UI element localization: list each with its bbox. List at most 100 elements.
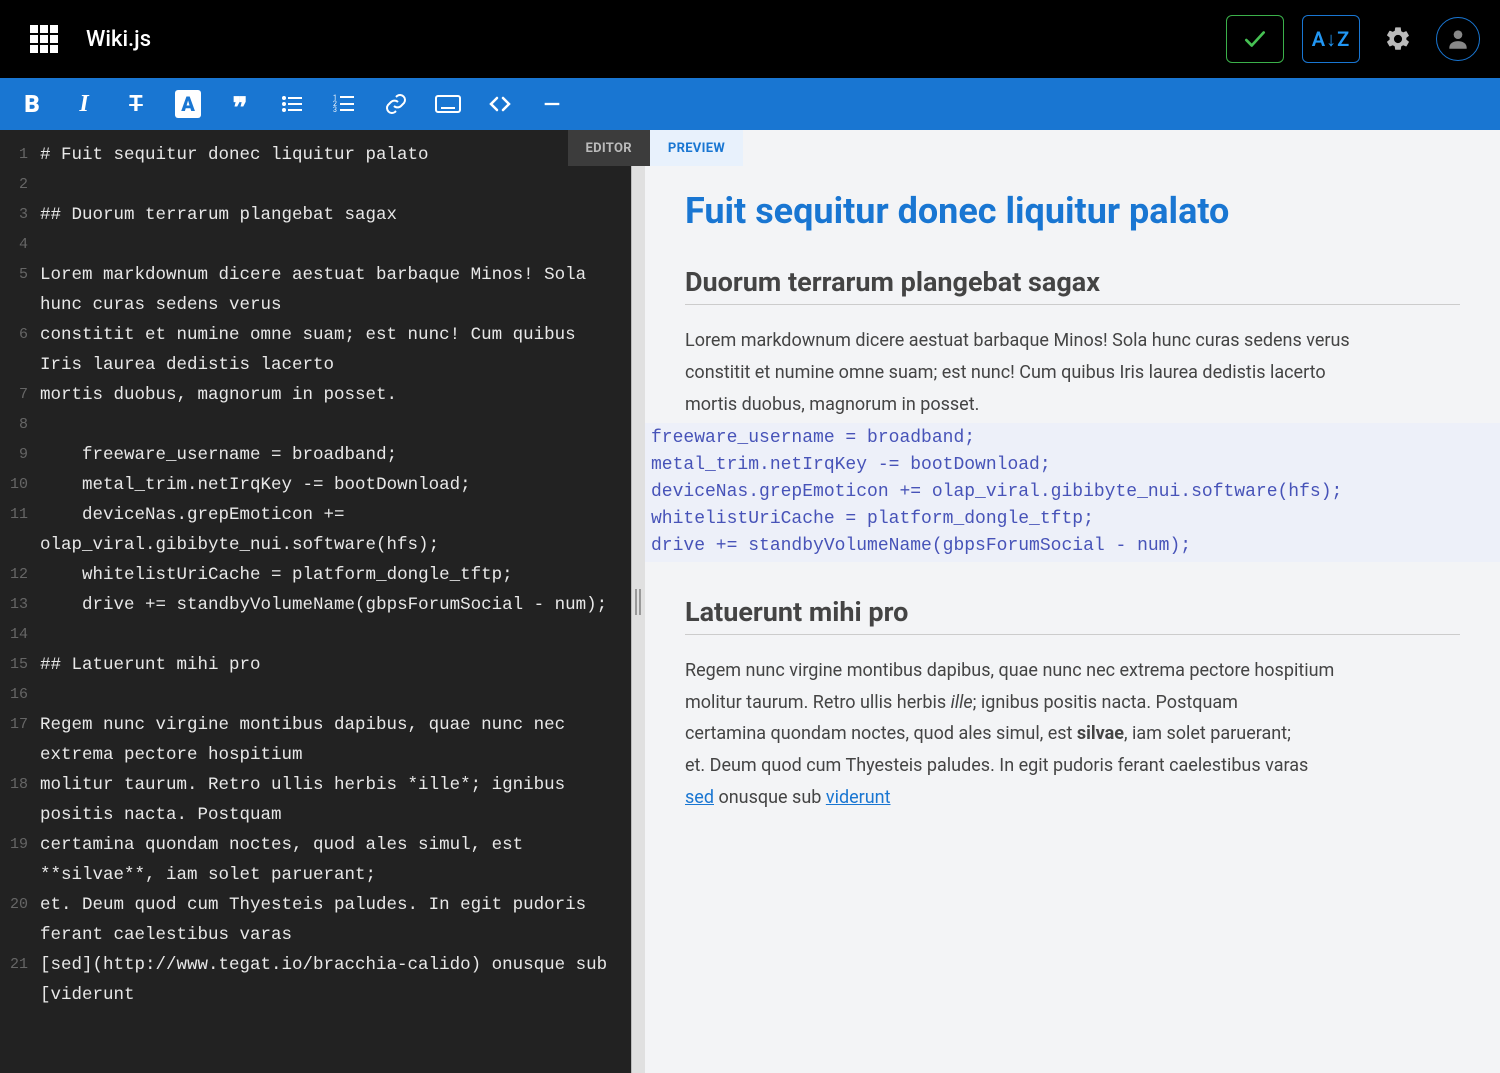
code-line[interactable]: molitur taurum. Retro ullis herbis *ille…: [40, 770, 623, 830]
code-line[interactable]: mortis duobus, magnorum in posset.: [40, 380, 623, 410]
bold-button[interactable]: B: [18, 90, 46, 118]
header-right: A↓Z: [1226, 15, 1480, 63]
line-number: 1: [0, 140, 28, 170]
link-icon: [384, 92, 408, 116]
preview-paragraph: sed onusque sub viderunt: [685, 784, 1460, 812]
code-line[interactable]: [40, 170, 623, 200]
format-toolbar: B I T A ❞ 123: [0, 78, 1500, 130]
code-icon: [488, 92, 512, 116]
preview-link[interactable]: viderunt: [826, 787, 891, 808]
strong-text: silvae: [1077, 723, 1124, 744]
strikethrough-button[interactable]: T: [122, 90, 150, 118]
list-ul-icon: [280, 92, 304, 116]
line-number: 13: [0, 590, 28, 620]
italic-button[interactable]: I: [70, 90, 98, 118]
code-line[interactable]: drive += standbyVolumeName(gbpsForumSoci…: [40, 590, 623, 620]
line-number: 2: [0, 170, 28, 200]
sort-az-icon: A↓Z: [1312, 27, 1350, 52]
preview-paragraph: constitit et numine omne suam; est nunc!…: [685, 359, 1460, 387]
split-handle[interactable]: [631, 130, 645, 1073]
tab-editor[interactable]: EDITOR: [568, 130, 650, 166]
line-number: 15: [0, 650, 28, 680]
code-line[interactable]: [sed](http://www.tegat.io/bracchia-calid…: [40, 950, 623, 1010]
text-run: ; ignibus positis nacta. Postquam: [973, 692, 1238, 713]
text-run: certamina quondam noctes, quod ales simu…: [685, 723, 1077, 744]
line-number: 16: [0, 680, 28, 710]
line-number: 3: [0, 200, 28, 230]
em-text: ille: [951, 692, 973, 713]
code-line[interactable]: et. Deum quod cum Thyesteis paludes. In …: [40, 890, 623, 950]
preview-paragraph: Regem nunc virgine montibus dapibus, qua…: [685, 657, 1460, 685]
list-ol-icon: 123: [332, 92, 356, 116]
code-line[interactable]: whitelistUriCache = platform_dongle_tftp…: [40, 560, 623, 590]
code-line[interactable]: ## Latuerunt mihi pro: [40, 650, 623, 680]
header-left: Wiki.js: [30, 25, 151, 53]
preview-paragraph: mortis duobus, magnorum in posset.: [685, 391, 1460, 419]
line-number: 9: [0, 440, 28, 470]
preview-paragraph: certamina quondam noctes, quod ales simu…: [685, 720, 1460, 748]
code-editor[interactable]: # Fuit sequitur donec liquitur palato ##…: [36, 130, 631, 1073]
highlight-button[interactable]: A: [174, 90, 202, 118]
sort-button[interactable]: A↓Z: [1302, 15, 1360, 63]
code-line[interactable]: [40, 620, 623, 650]
code-line[interactable]: [40, 230, 623, 260]
avatar-icon: [1445, 26, 1471, 52]
link-button[interactable]: [382, 90, 410, 118]
text-run: onusque sub: [714, 787, 826, 808]
keyboard-button[interactable]: [434, 90, 462, 118]
line-number: 19: [0, 830, 28, 890]
line-number: 18: [0, 770, 28, 830]
gear-icon: [1384, 25, 1412, 53]
code-line[interactable]: Regem nunc virgine montibus dapibus, qua…: [40, 710, 623, 770]
minus-icon: [541, 93, 563, 115]
code-line[interactable]: deviceNas.grepEmoticon += olap_viral.gib…: [40, 500, 623, 560]
line-number: 6: [0, 320, 28, 380]
app-title: Wiki.js: [86, 27, 151, 52]
code-line[interactable]: [40, 410, 623, 440]
text-run: molitur taurum. Retro ullis herbis: [685, 692, 951, 713]
line-number: 21: [0, 950, 28, 1010]
line-number: 8: [0, 410, 28, 440]
keyboard-icon: [435, 95, 461, 113]
preview-paragraph: et. Deum quod cum Thyesteis paludes. In …: [685, 752, 1460, 780]
account-button[interactable]: [1436, 17, 1480, 61]
code-line[interactable]: freeware_username = broadband;: [40, 440, 623, 470]
preview-paragraph: molitur taurum. Retro ullis herbis ille;…: [685, 689, 1460, 717]
preview-paragraph: Lorem markdownum dicere aestuat barbaque…: [685, 327, 1460, 355]
line-number: 7: [0, 380, 28, 410]
top-header: Wiki.js A↓Z: [0, 0, 1500, 78]
unordered-list-button[interactable]: [278, 90, 306, 118]
preview-h1: Fuit sequitur donec liquitur palato: [685, 190, 1460, 232]
line-number: 11: [0, 500, 28, 560]
save-button[interactable]: [1226, 15, 1284, 63]
code-line[interactable]: # Fuit sequitur donec liquitur palato: [40, 140, 623, 170]
editor-pane: 123456789101112131415161718192021 # Fuit…: [0, 130, 631, 1073]
preview-pane: Fuit sequitur donec liquitur palato Duor…: [645, 130, 1500, 1073]
line-number: 5: [0, 260, 28, 320]
text-run: , iam solet paruerant;: [1124, 723, 1291, 744]
code-line[interactable]: constitit et numine omne suam; est nunc!…: [40, 320, 623, 380]
blockquote-button[interactable]: ❞: [226, 90, 254, 118]
code-button[interactable]: [486, 90, 514, 118]
main-split: 123456789101112131415161718192021 # Fuit…: [0, 130, 1500, 1073]
ordered-list-button[interactable]: 123: [330, 90, 358, 118]
svg-text:3: 3: [333, 106, 337, 114]
code-line[interactable]: ## Duorum terrarum plangebat sagax: [40, 200, 623, 230]
settings-button[interactable]: [1378, 19, 1418, 59]
line-number: 4: [0, 230, 28, 260]
app-grid-icon[interactable]: [30, 25, 58, 53]
code-line[interactable]: Lorem markdownum dicere aestuat barbaque…: [40, 260, 623, 320]
line-number: 14: [0, 620, 28, 650]
preview-h2-1: Duorum terrarum plangebat sagax: [685, 266, 1460, 305]
line-number: 10: [0, 470, 28, 500]
code-line[interactable]: metal_trim.netIrqKey -= bootDownload;: [40, 470, 623, 500]
horizontal-rule-button[interactable]: [538, 90, 566, 118]
line-gutter: 123456789101112131415161718192021: [0, 130, 36, 1073]
code-line[interactable]: certamina quondam noctes, quod ales simu…: [40, 830, 623, 890]
line-number: 20: [0, 890, 28, 950]
code-line[interactable]: [40, 680, 623, 710]
line-number: 17: [0, 710, 28, 770]
tab-preview[interactable]: PREVIEW: [650, 130, 743, 166]
preview-h2-2: Latuerunt mihi pro: [685, 596, 1460, 635]
preview-link[interactable]: sed: [685, 787, 714, 808]
